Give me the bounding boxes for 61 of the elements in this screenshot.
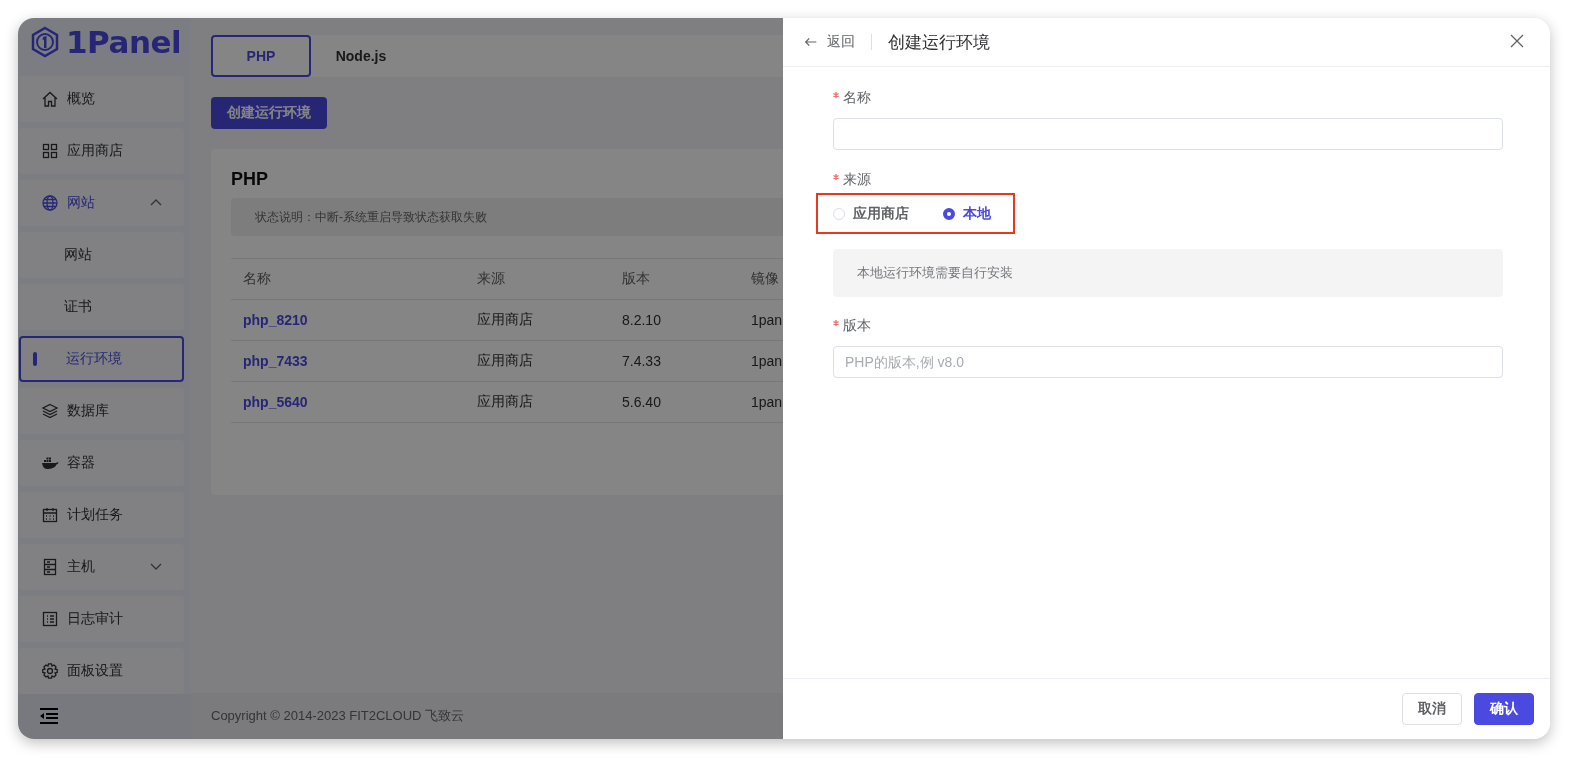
- menu-item[interactable]: 数据库: [19, 387, 184, 434]
- menu-item[interactable]: 主机: [19, 543, 184, 590]
- table-cell: 1pan: [751, 394, 783, 410]
- column-header: 来源: [476, 270, 506, 288]
- submenu-item[interactable]: 证书: [19, 283, 184, 330]
- column-header: 版本: [621, 270, 651, 288]
- menu-item[interactable]: 应用商店: [19, 127, 184, 174]
- radio-option[interactable]: 本地: [943, 204, 991, 223]
- submenu-item[interactable]: 网站: [19, 231, 184, 278]
- name-link[interactable]: php_8210: [231, 312, 465, 328]
- hexagon-logo-icon: [30, 26, 60, 59]
- table-cell-text: 应用商店: [476, 352, 534, 370]
- table-cell-text: 应用商店: [476, 311, 534, 329]
- server-icon: [41, 557, 59, 576]
- column-header: 名称: [242, 270, 272, 288]
- create-button[interactable]: 创建运行环境: [211, 97, 327, 129]
- table-cell: 1pan: [751, 353, 783, 369]
- copyright-text: Copyright © 2014-2023 FIT2CLOUD 飞致云: [211, 707, 465, 725]
- logo-text: 1Panel: [66, 24, 182, 61]
- close-icon: [1508, 32, 1526, 50]
- chevron-down-icon: [150, 562, 162, 570]
- menu-item[interactable]: 面板设置: [19, 647, 184, 694]
- menu-item[interactable]: 计划任务: [19, 491, 184, 538]
- name-link[interactable]: php_7433: [231, 353, 465, 369]
- confirm-button[interactable]: 确认: [1474, 693, 1534, 725]
- calendar-icon: [41, 505, 59, 524]
- tab[interactable]: Node.js: [311, 35, 411, 77]
- field-label: 版本: [843, 317, 871, 335]
- column-header: 镜像: [751, 270, 780, 288]
- active-indicator: [33, 351, 37, 366]
- drawer-title: 创建运行环境: [888, 31, 990, 54]
- home-icon: [41, 89, 59, 108]
- table-cell-text: 7.4.33: [621, 353, 662, 369]
- card-title: PHP: [231, 169, 269, 190]
- text-input[interactable]: [833, 118, 1503, 150]
- menu-item[interactable]: 容器: [19, 439, 184, 486]
- radio-option[interactable]: 应用商店: [833, 204, 909, 223]
- menu-item[interactable]: 网站: [19, 179, 184, 226]
- status-notice: 状态说明：中断-系统重启导致状态获取失败: [231, 198, 783, 236]
- submenu-item[interactable]: 运行环境: [19, 335, 184, 382]
- list-icon: [41, 609, 59, 628]
- menu-item[interactable]: 日志审计: [19, 595, 184, 642]
- cancel-button[interactable]: 取消: [1402, 693, 1462, 725]
- text-input[interactable]: PHP的版本,例 v8.0: [833, 346, 1503, 378]
- field-label: 名称: [843, 89, 871, 107]
- name-link[interactable]: php_5640: [231, 394, 465, 410]
- info-notice: 本地运行环境需要自行安装: [833, 249, 1503, 297]
- table-cell-text: 5.6.40: [621, 394, 662, 410]
- back-link[interactable]: 返回: [803, 33, 855, 51]
- tab[interactable]: PHP: [211, 35, 311, 77]
- globe-icon: [41, 193, 59, 212]
- field-label: 来源: [843, 171, 871, 189]
- grid-icon: [41, 141, 59, 160]
- gear-icon: [41, 661, 59, 680]
- table-cell-text: 8.2.10: [621, 312, 662, 328]
- chevron-up-icon: [150, 198, 162, 206]
- layers-icon: [41, 401, 59, 420]
- menu-item[interactable]: 概览: [19, 75, 184, 122]
- table-cell: 1pan: [751, 312, 783, 328]
- collapse-menu-icon: [39, 706, 59, 727]
- table-cell-text: 应用商店: [476, 393, 534, 411]
